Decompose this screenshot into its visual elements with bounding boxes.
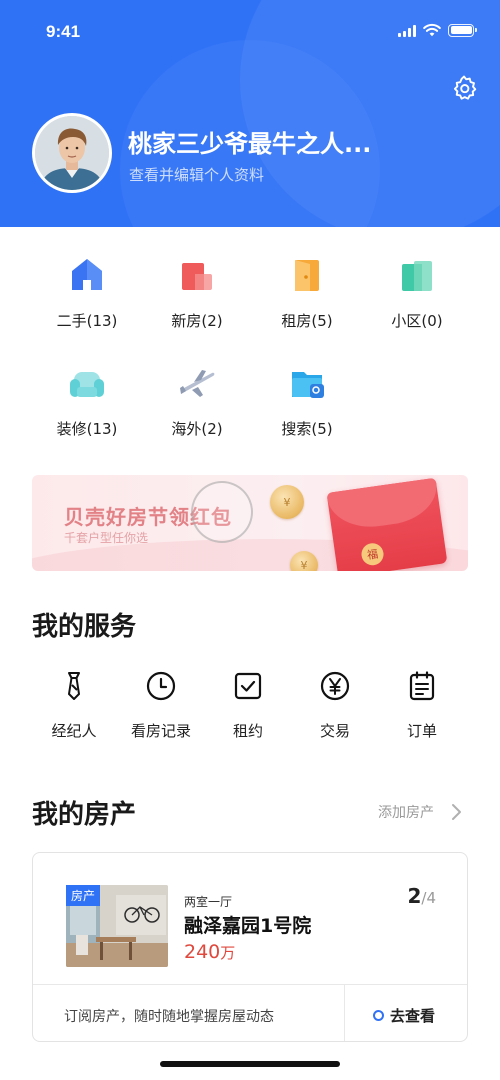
service-transaction[interactable]: 交易 [290,670,380,741]
checkbox-icon [232,670,264,702]
coin-icon: ¥ [290,551,318,571]
service-label: 订单 [406,722,437,740]
property-pager: 2/4 [407,884,436,908]
service-label: 看房记录 [130,722,191,740]
banner-subtitle: 千套户型任你选 [64,531,149,545]
property-name: 融泽嘉园1号院 [184,915,312,937]
status-time: 9:41 [46,22,81,41]
property-price: 240万 [184,941,235,963]
airplane-icon [178,364,216,402]
category-label: 装修(13) [56,420,118,438]
pager-total: /4 [421,889,436,907]
gear-icon [453,75,477,100]
category-label: 搜索(5) [281,420,333,438]
divider [33,984,467,985]
category-rent[interactable]: 租房(5) [252,256,362,336]
yen-icon [319,670,351,702]
new-building-icon [178,256,216,294]
price-unit: 万 [220,944,236,962]
red-envelope-icon: 福 [326,477,448,571]
service-label: 经纪人 [51,722,97,740]
clock-icon [145,670,177,702]
profile-header: 9:41 桃家三少爷最牛之人... 查看并编辑个人资料 [0,0,500,227]
home-indicator[interactable] [160,1061,340,1067]
touch-indicator [191,481,253,543]
envelope-seal: 福 [360,541,385,567]
subscribe-text[interactable]: 订阅房产，随时随地掌握房屋动态 [64,1006,274,1026]
category-overseas[interactable]: 海外(2) [142,364,252,444]
sofa-icon [68,364,106,402]
category-label: 二手(13) [56,312,118,330]
settings-button[interactable] [450,74,478,102]
status-icons [398,23,477,37]
coin-icon: ¥ [270,485,304,519]
category-search[interactable]: 搜索(5) [252,364,362,444]
property-tag: 房产 [66,885,101,906]
status-bar: 9:41 [0,0,500,64]
avatar-portrait [35,116,109,190]
avatar[interactable] [32,113,112,193]
property-layout: 两室一厅 [184,895,233,909]
price-value: 240 [184,941,221,963]
category-community[interactable]: 小区(0) [362,256,472,336]
service-viewing-history[interactable]: 看房记录 [116,670,206,741]
wifi-icon [423,23,441,37]
chevron-right-icon [452,804,461,820]
tie-icon [58,670,90,702]
category-label: 海外(2) [171,420,223,438]
house-icon [68,256,106,294]
category-label: 租房(5) [281,312,333,330]
door-icon [288,256,326,294]
category-decoration[interactable]: 装修(13) [32,364,142,444]
category-label: 新房(2) [171,312,223,330]
edit-profile-link[interactable]: 查看并编辑个人资料 [129,164,264,185]
category-label: 小区(0) [391,312,443,330]
search-folder-icon [288,364,326,402]
service-lease[interactable]: 租约 [203,670,293,741]
cellular-signal-icon [398,24,416,37]
battery-icon [448,23,477,37]
add-property-link[interactable]: 添加房产 [378,802,468,822]
services-title: 我的服务 [32,612,137,642]
service-agent[interactable]: 经纪人 [29,670,119,741]
divider [344,984,345,1041]
community-icon [398,256,436,294]
circle-icon [373,1010,384,1021]
view-label: 去查看 [390,1007,436,1025]
property-title: 我的房产 [32,800,137,830]
add-property-label: 添加房产 [378,805,434,821]
service-label: 租约 [232,722,263,740]
property-card[interactable]: 房产 两室一厅 融泽嘉园1号院 240万 2/4 订阅房产，随时随地掌握房屋动态… [32,852,468,1042]
view-property-button[interactable]: 去查看 [373,1005,435,1026]
profile-name[interactable]: 桃家三少爷最牛之人... [128,124,371,159]
service-label: 交易 [319,722,350,740]
clipboard-icon [406,670,438,702]
pager-current: 2 [407,884,422,908]
category-second-hand[interactable]: 二手(13) [32,256,142,336]
service-orders[interactable]: 订单 [377,670,467,741]
category-new-house[interactable]: 新房(2) [142,256,252,336]
